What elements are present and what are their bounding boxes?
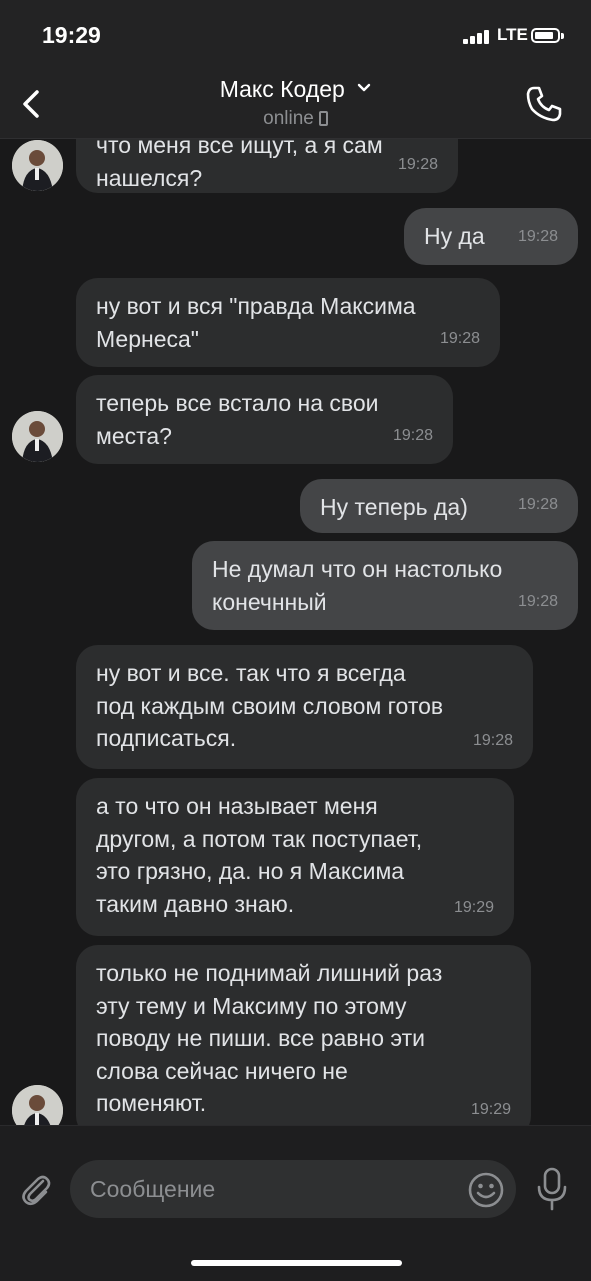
contact-title[interactable]: Макс Кодер: [0, 76, 591, 103]
battery-icon: [531, 28, 560, 43]
message-text: Ну да: [424, 223, 485, 249]
message-bubble-incoming[interactable]: ну вот и все. так что я всегда под кажды…: [76, 645, 533, 769]
message-list[interactable]: что меня все ищут, а я сам нашелся? 19:2…: [0, 139, 591, 1125]
message-text: Ну теперь да): [320, 494, 468, 520]
message-bubble-outgoing[interactable]: Ну да 19:28: [404, 208, 578, 265]
message-bubble-incoming[interactable]: только не поднимай лишний раз эту тему и…: [76, 945, 531, 1125]
avatar[interactable]: [12, 1085, 63, 1125]
message-bubble-incoming[interactable]: ну вот и вся "правда Максима Мернеса" 19…: [76, 278, 500, 367]
avatar[interactable]: [12, 411, 63, 462]
call-icon[interactable]: [522, 82, 566, 126]
message-bubble-incoming[interactable]: что меня все ищут, а я сам нашелся? 19:2…: [76, 139, 458, 193]
message-text: только не поднимай лишний раз эту тему и…: [96, 960, 443, 1116]
home-indicator[interactable]: [191, 1260, 402, 1266]
contact-name[interactable]: Макс Кодер: [220, 76, 345, 102]
message-input[interactable]: [70, 1160, 516, 1218]
message-bubble-outgoing[interactable]: Ну теперь да) 19:28: [300, 479, 578, 533]
message-time: 19:28: [397, 155, 438, 173]
chevron-down-icon[interactable]: [357, 83, 371, 93]
message-time: 19:28: [517, 227, 558, 245]
message-time: 19:28: [439, 329, 480, 347]
message-time: 19:29: [470, 1100, 511, 1118]
message-text: ну вот и все. так что я всегда под кажды…: [96, 660, 444, 751]
message-text: а то что он называет меня другом, а пото…: [96, 793, 423, 917]
battery-nub: [561, 33, 564, 39]
attach-icon[interactable]: [16, 1169, 56, 1209]
message-text: Не думал что он настолько конечнный: [212, 556, 503, 615]
composer-bar: [0, 1125, 591, 1281]
signal-icon: [463, 30, 493, 44]
emoji-icon[interactable]: [467, 1171, 505, 1209]
message-time: 19:28: [472, 731, 513, 749]
status-bar: 19:29 LTE: [0, 0, 591, 70]
message-time: 19:28: [517, 592, 558, 610]
message-time: 19:28: [517, 495, 558, 513]
message-time: 19:28: [392, 426, 433, 444]
message-bubble-incoming[interactable]: теперь все встало на свои места? 19:28: [76, 375, 453, 464]
message-time: 19:29: [453, 898, 494, 916]
online-status-text: online: [263, 108, 314, 129]
message-bubble-incoming[interactable]: а то что он называет меня другом, а пото…: [76, 778, 514, 936]
message-bubble-outgoing[interactable]: Не думал что он настолько конечнный 19:2…: [192, 541, 578, 630]
message-text: теперь все встало на свои места?: [96, 390, 379, 449]
message-text: что меня все ищут, а я сам нашелся?: [96, 139, 383, 191]
status-time: 19:29: [42, 22, 101, 48]
microphone-icon[interactable]: [533, 1166, 571, 1212]
online-status: online: [0, 108, 591, 130]
message-text: ну вот и вся "правда Максима Мернеса": [96, 293, 416, 352]
mobile-device-icon: [318, 111, 328, 126]
avatar[interactable]: [12, 140, 63, 191]
chat-header: Макс Кодер online: [0, 70, 591, 139]
network-type: LTE: [497, 25, 528, 44]
